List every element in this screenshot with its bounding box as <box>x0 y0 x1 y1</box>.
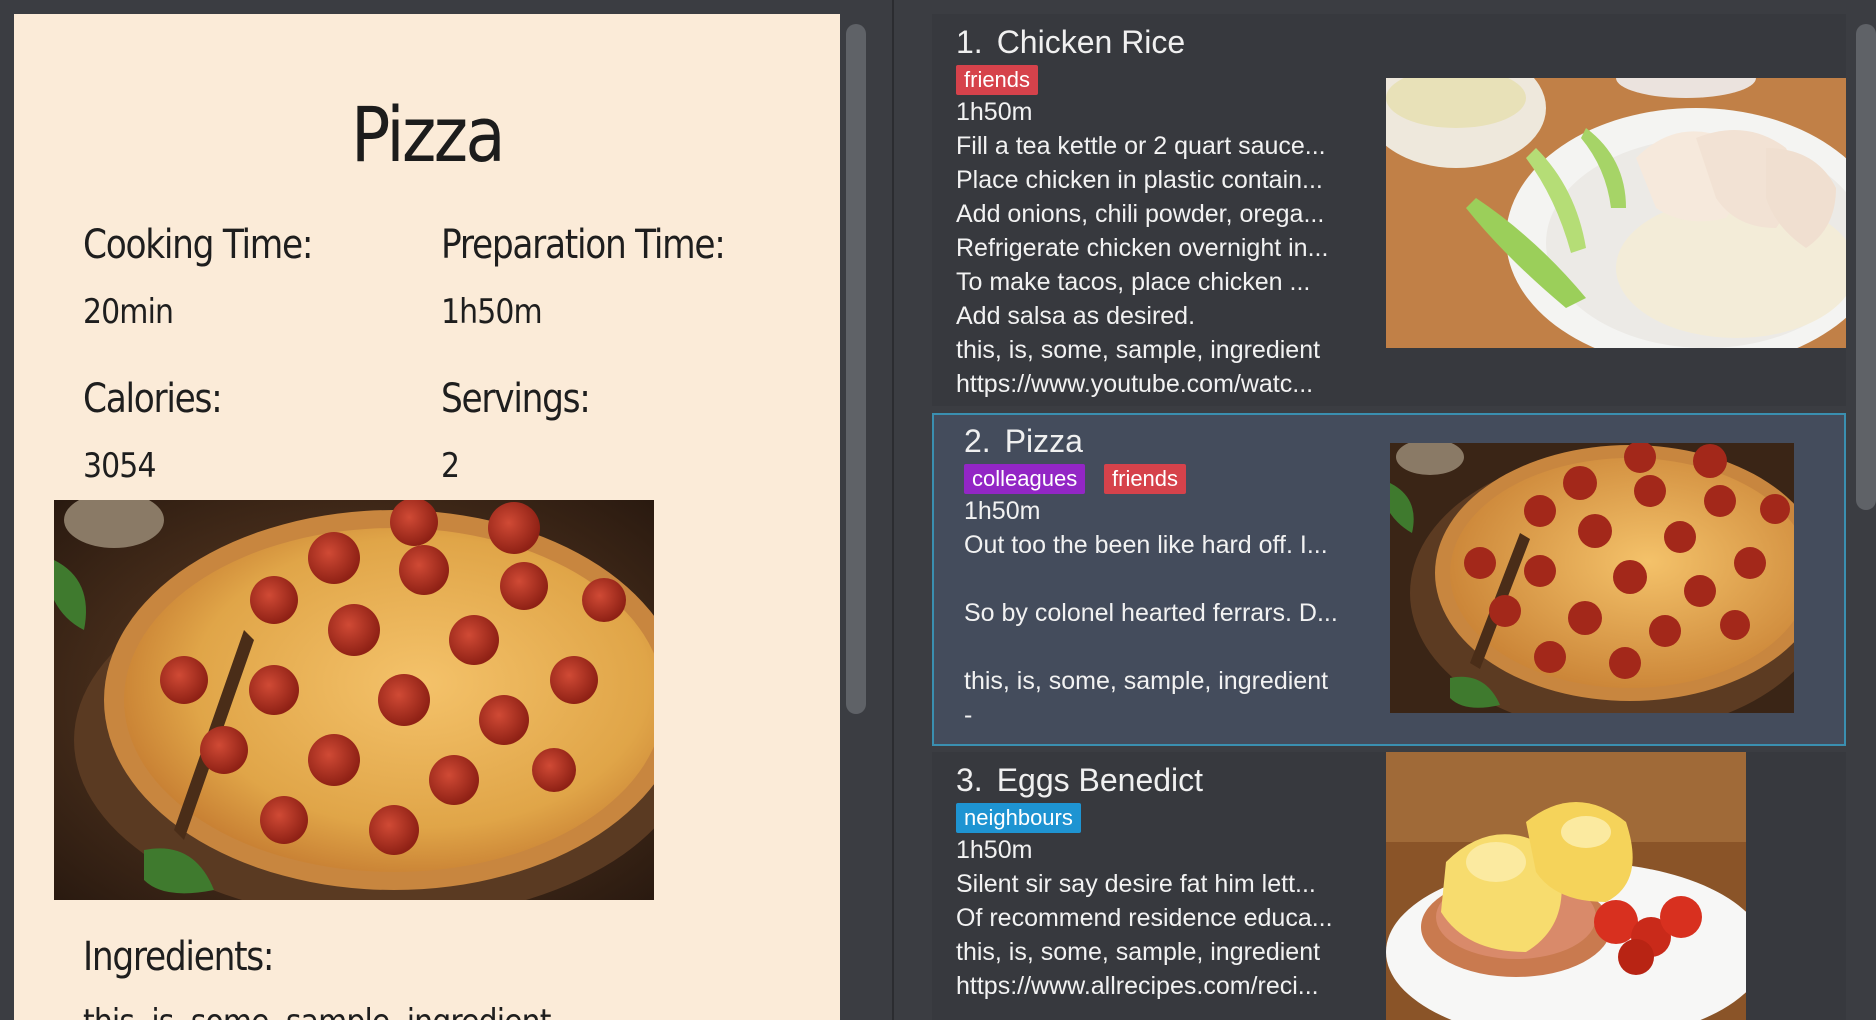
recipe-time: 1h50m <box>956 836 1033 864</box>
recipe-time: 1h50m <box>964 497 1041 525</box>
servings-label: Servings: <box>441 376 591 422</box>
recipe-card-chicken-rice[interactable]: 1. Chicken Rice friends 1h50m Fill a tea … <box>932 14 1846 406</box>
tag-friends: friends <box>1104 464 1187 494</box>
recipe-step: So by colonel hearted ferrars. D... <box>964 599 1338 627</box>
recipe-ingredients: this, is, some, sample, ingredient <box>964 667 1329 695</box>
recipe-step: Add salsa as desired. <box>956 302 1196 330</box>
recipe-step: Add onions, chili powder, orega... <box>956 200 1325 228</box>
recipe-step: Fill a tea kettle or 2 quart sauce... <box>956 132 1326 160</box>
cooking-time-label: Cooking Time: <box>83 222 313 268</box>
tag-neighbours: neighbours <box>956 803 1081 833</box>
recipe-step: Refrigerate chicken overnight in... <box>956 234 1329 262</box>
preparation-time-label: Preparation Time: <box>441 222 726 268</box>
chicken-rice-photo-icon <box>1386 78 1846 348</box>
recipe-name: Chicken Rice <box>996 24 1186 60</box>
recipe-index: 1. <box>956 24 983 60</box>
pizza-photo-icon <box>1390 443 1794 713</box>
recipe-detail-pane: Pizza Cooking Time: Preparation Time: 20… <box>0 0 892 1020</box>
eggs-benedict-photo-icon <box>1386 752 1746 1020</box>
list-scrollbar[interactable] <box>1856 24 1876 510</box>
calories-label: Calories: <box>83 376 223 422</box>
recipe-thumbnail <box>1390 443 1794 713</box>
servings-value: 2 <box>441 446 460 486</box>
recipe-url: - <box>964 701 973 729</box>
recipe-photo <box>54 500 654 900</box>
preparation-time-value: 1h50m <box>441 292 543 332</box>
recipe-step: Of recommend residence educa... <box>956 904 1333 932</box>
recipe-step: Out too the been like hard off. I... <box>964 531 1328 559</box>
recipe-index: 3. <box>956 762 983 798</box>
recipe-step: Place chicken in plastic contain... <box>956 166 1323 194</box>
recipe-list-pane: 1. Chicken Rice friends 1h50m Fill a tea … <box>894 0 1876 1020</box>
recipe-step: To make tacos, place chicken ... <box>956 268 1311 296</box>
recipe-card-title: 3. Eggs Benedict <box>956 762 1203 799</box>
recipe-card-pizza[interactable]: 2. Pizza colleagues friends 1h50m Out too… <box>932 413 1846 746</box>
recipe-step: Silent sir say desire fat him lett... <box>956 870 1316 898</box>
recipe-card-title: 1. Chicken Rice <box>956 24 1185 61</box>
cooking-time-value: 20min <box>83 292 174 332</box>
recipe-time: 1h50m <box>956 98 1033 126</box>
recipe-card-title: 2. Pizza <box>964 423 1083 460</box>
recipe-name: Pizza <box>1004 423 1083 459</box>
recipe-index: 2. <box>964 423 991 459</box>
recipe-card-eggs-benedict[interactable]: 3. Eggs Benedict neighbours 1h50m Silent … <box>932 752 1846 1020</box>
recipe-ingredients: this, is, some, sample, ingredient <box>956 336 1321 364</box>
tag-friends: friends <box>956 65 1039 95</box>
recipe-name: Eggs Benedict <box>996 762 1204 798</box>
calories-value: 3054 <box>83 446 157 486</box>
recipe-url: https://www.youtube.com/watc... <box>956 370 1314 398</box>
recipe-detail-card: Pizza Cooking Time: Preparation Time: 20… <box>14 14 840 1020</box>
recipe-title: Pizza <box>351 90 505 179</box>
detail-scrollbar[interactable] <box>846 24 866 714</box>
recipe-url: https://www.allrecipes.com/reci... <box>956 972 1319 1000</box>
pizza-photo-icon <box>54 500 654 900</box>
recipe-ingredients: this, is, some, sample, ingredient <box>956 938 1321 966</box>
ingredients-label: Ingredients: <box>83 934 275 980</box>
tag-colleagues: colleagues <box>964 464 1086 494</box>
recipe-thumbnail <box>1386 78 1846 348</box>
ingredients-value: this, is, some, sample, ingredient <box>83 1002 552 1020</box>
recipe-thumbnail <box>1386 752 1746 1020</box>
